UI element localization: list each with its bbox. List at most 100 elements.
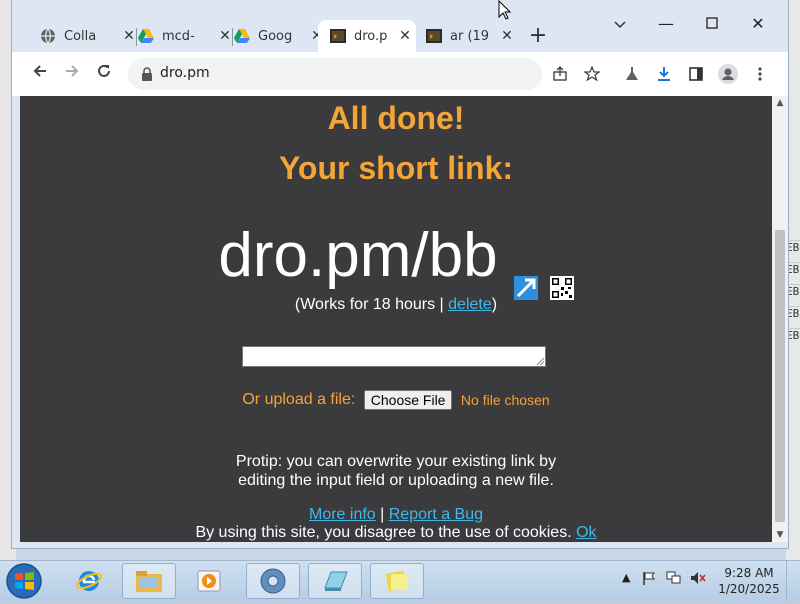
link-separator: | — [375, 506, 389, 523]
more-info-link[interactable]: More info — [309, 506, 376, 523]
qr-code-icon[interactable] — [549, 244, 574, 300]
close-icon[interactable]: ✕ — [394, 28, 416, 44]
page-title: All done! — [327, 100, 465, 136]
expiry-note: (Works for 18 hours | delete) — [20, 296, 772, 314]
clock-date: 1/20/2025 — [718, 582, 780, 596]
page-scrollbar[interactable]: ▲ ▼ — [772, 96, 788, 542]
link-textarea[interactable] — [242, 346, 546, 367]
choose-file-button[interactable]: Choose File — [363, 390, 453, 410]
reload-icon — [98, 64, 110, 77]
side-panel-button[interactable] — [684, 62, 708, 86]
cookie-ok-link[interactable]: Ok — [576, 524, 596, 541]
volume-muted-icon[interactable] — [690, 571, 706, 588]
taskbar-sticky-notes[interactable] — [370, 563, 424, 599]
show-desktop-button[interactable] — [786, 561, 800, 601]
expiry-close: ) — [491, 296, 498, 313]
url-text: dro.pm — [160, 65, 210, 81]
upload-row: Or upload a file: Choose File No file ch… — [20, 390, 772, 410]
tab-label: ar (19 — [450, 28, 490, 44]
windows-logo-icon — [6, 563, 42, 599]
upload-label: Or upload a file: — [242, 391, 356, 408]
tab-label: dro.p — [354, 28, 388, 44]
menu-button[interactable] — [748, 62, 772, 86]
short-link-text[interactable]: dro.pm/bb — [218, 220, 497, 291]
network-icon[interactable] — [666, 571, 682, 588]
scroll-up-icon[interactable]: ▲ — [772, 98, 788, 108]
tab-label: Colla — [64, 28, 97, 44]
star-icon — [584, 66, 600, 82]
taskbar-chrome[interactable] — [246, 563, 300, 599]
scroll-down-icon[interactable]: ▼ — [772, 530, 788, 540]
maximize-icon — [706, 17, 718, 29]
kebab-menu-icon — [758, 67, 762, 81]
notepad-icon — [324, 571, 348, 591]
profile-button[interactable] — [716, 62, 740, 86]
bg-label: EB — [786, 284, 800, 307]
bg-label: EB — [786, 240, 800, 263]
flag-icon[interactable] — [642, 571, 656, 588]
cookie-text: By using this site, you disagree to the … — [195, 524, 577, 541]
google-drive-icon — [234, 28, 250, 44]
system-clock[interactable]: 9:28 AM 1/20/2025 — [712, 565, 786, 597]
tray-chevron-up-icon[interactable]: ▲ — [622, 571, 630, 584]
file-status: No file chosen — [460, 392, 550, 408]
tab-search-button[interactable] — [606, 10, 634, 38]
tab-mcd[interactable]: mcd- ✕ — [126, 20, 236, 52]
avatar-icon — [718, 64, 738, 84]
back-button[interactable] — [28, 62, 52, 86]
close-window-button[interactable]: ✕ — [744, 10, 772, 38]
downloads-button[interactable] — [652, 62, 676, 86]
clock-time: 9:28 AM — [724, 566, 774, 580]
maximize-button[interactable] — [698, 10, 726, 38]
terminal-favicon-icon — [426, 28, 442, 44]
tab-label: mcd- — [162, 28, 195, 44]
taskbar-media-player[interactable] — [182, 563, 236, 599]
start-button[interactable] — [4, 562, 46, 600]
address-bar[interactable]: dro.pm — [128, 58, 542, 90]
arrow-left-icon — [33, 65, 46, 77]
scroll-thumb[interactable] — [775, 230, 785, 522]
background-window-right: EB EB EB EB EB — [786, 0, 800, 560]
download-icon — [658, 67, 670, 81]
resize-grip-icon[interactable] — [537, 358, 544, 365]
tab-colla[interactable]: Colla ✕ — [28, 20, 140, 52]
taskbar-explorer[interactable] — [122, 563, 176, 599]
cookie-notice: By using this site, you disagree to the … — [20, 524, 772, 542]
forward-button[interactable] — [60, 62, 84, 86]
reload-button[interactable] — [92, 62, 116, 86]
page-viewport: All done! Your short link: dro.pm/bb (Wo… — [20, 96, 772, 542]
tab-label: Goog — [258, 28, 293, 44]
arrow-right-icon — [66, 65, 79, 77]
taskbar-ie[interactable] — [62, 563, 116, 599]
bg-label: EB — [786, 328, 800, 351]
delete-link[interactable]: delete — [448, 296, 492, 313]
external-link-icon[interactable] — [513, 244, 538, 300]
protip-line: editing the input field or uploading a n… — [238, 472, 554, 489]
share-button[interactable] — [548, 62, 572, 86]
sticky-notes-icon — [385, 570, 407, 592]
tab-ar[interactable]: ar (19 ✕ — [414, 20, 518, 52]
browser-window: Colla ✕ mcd- ✕ Goog ✕ dro.p ✕ ar (19 ✕ +… — [12, 0, 788, 548]
share-icon — [553, 66, 567, 81]
labs-button[interactable] — [620, 62, 644, 86]
terminal-favicon-icon — [330, 28, 346, 44]
protip: Protip: you can overwrite your existing … — [20, 452, 772, 490]
footer-links: More info | Report a Bug — [20, 506, 772, 524]
tab-strip: Colla ✕ mcd- ✕ Goog ✕ dro.p ✕ ar (19 ✕ +… — [12, 0, 788, 54]
taskbar-notepad[interactable] — [308, 563, 362, 599]
folder-icon — [136, 571, 162, 592]
new-tab-button[interactable]: + — [526, 24, 550, 48]
google-drive-icon — [138, 28, 154, 44]
minimize-button[interactable]: — — [652, 10, 680, 38]
lock-icon — [140, 66, 156, 82]
bookmark-button[interactable] — [580, 62, 604, 86]
tab-dro-pm[interactable]: dro.p ✕ — [318, 20, 416, 52]
tab-google[interactable]: Goog ✕ — [222, 20, 328, 52]
taskbar: ▲ 9:28 AM 1/20/2025 — [0, 560, 800, 601]
browser-toolbar: dro.pm — [12, 52, 788, 96]
close-icon[interactable]: ✕ — [496, 28, 518, 44]
bg-label: EB — [786, 262, 800, 285]
side-panel-icon — [689, 67, 703, 81]
report-bug-link[interactable]: Report a Bug — [389, 506, 483, 523]
chevron-down-icon — [614, 21, 626, 29]
